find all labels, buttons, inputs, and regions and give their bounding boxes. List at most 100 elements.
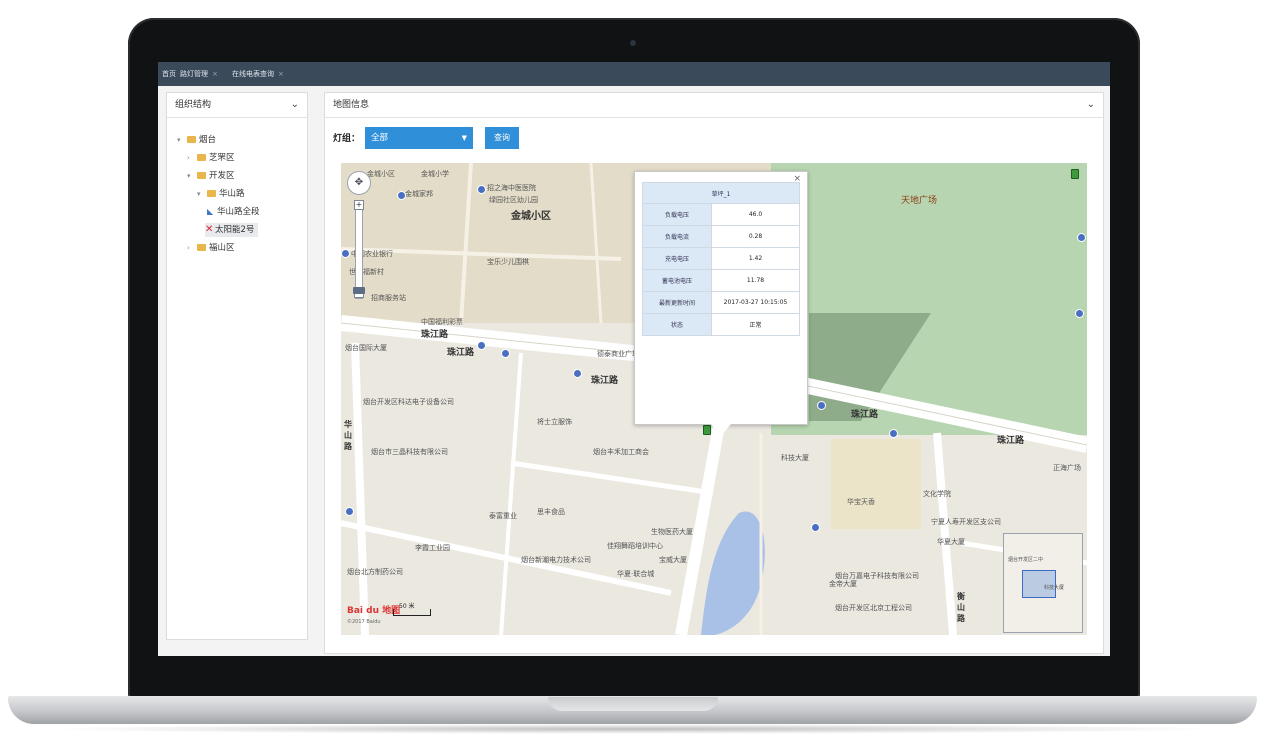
streetlight-marker[interactable]	[703, 425, 711, 435]
lamp-group-select[interactable]: 全部 ▼	[365, 127, 473, 149]
tab-bar: 首页 路灯管理 × 在线电表查询 ×	[158, 62, 1110, 86]
poi-icon[interactable]	[573, 369, 582, 378]
org-tree-panel: 组织结构 ⌄ ▾ 烟台 › 芝罘区 ▾ 开发区 ▾ 华山路 ◣ 华山路全段 ✕ 太阳能2号	[166, 92, 308, 640]
map-label-district: 金城小区	[511, 211, 551, 222]
poi-label: 文化学院	[923, 490, 951, 498]
poi-label: 泰富重业	[489, 512, 517, 520]
poi-icon[interactable]	[1077, 233, 1086, 242]
scale-bar	[393, 609, 431, 616]
map-copyright: ©2017 Baidu	[347, 619, 381, 625]
road-label: 珠江路	[851, 410, 879, 420]
folder-icon	[187, 136, 196, 143]
expand-icon[interactable]: ›	[187, 241, 197, 255]
expand-icon[interactable]: ›	[187, 151, 197, 165]
poi-icon[interactable]	[817, 401, 826, 410]
poi-label: 烟台开发区科达电子设备公司	[363, 398, 454, 406]
streetlight-marker[interactable]	[1071, 169, 1079, 179]
poi-label: 烟台北方制药公司	[347, 568, 403, 576]
tab-meter-query[interactable]: 在线电表查询 ×	[232, 68, 284, 80]
poi-label: 烟台国际大厦	[345, 344, 387, 352]
poi-label: 思丰食品	[537, 508, 565, 516]
poi-icon[interactable]	[341, 249, 350, 258]
org-panel-header[interactable]: 组织结构 ⌄	[167, 93, 307, 118]
map-canvas[interactable]: 金城小区 天地广场 珠江路 珠江路 珠江路 珠江路 珠江路 华山路 衡山路 金城…	[341, 163, 1087, 635]
poi-icon[interactable]	[345, 507, 354, 516]
poi-icon[interactable]	[811, 523, 820, 532]
poi-label: 宝威大厦	[659, 556, 687, 564]
screen: 首页 路灯管理 × 在线电表查询 × 组织结构 ⌄ ▾ 烟台 › 芝罘区 ▾ 开发区 ▾ 华…	[158, 62, 1110, 656]
expand-icon[interactable]: ▾	[187, 169, 197, 183]
lamp-group-label: 灯组：	[333, 134, 361, 144]
tree-node-solar-2[interactable]: ✕ 太阳能2号	[205, 223, 259, 237]
close-icon[interactable]: ×	[212, 70, 218, 78]
map-panel-header[interactable]: 地图信息 ⌄	[325, 93, 1103, 118]
tree-node-huashan-all[interactable]: ◣ 华山路全段	[207, 205, 260, 219]
road-label: 衡山路	[957, 592, 965, 623]
tree-node-huashan[interactable]: ▾ 华山路	[197, 187, 245, 201]
table-row: 负载电流 0.28	[642, 225, 800, 248]
zoom-in-icon[interactable]: +	[354, 200, 364, 210]
poi-label: 招商服务站	[371, 294, 406, 302]
poi-label: 佳翔舞蹈培训中心	[607, 542, 663, 550]
poi-label: 绿园社区幼儿园	[489, 196, 538, 204]
lamp-info-table: 草坪_1 负载电压 46.0 负载电流 0.28 充电电压 1.42 蓄电池电压…	[642, 182, 800, 336]
camera-icon	[630, 40, 636, 46]
map-label-park: 天地广场	[901, 196, 938, 206]
query-button[interactable]: 查询	[485, 127, 519, 149]
poi-label: 烟台开发区北京工程公司	[835, 604, 912, 612]
tree-node-fushan[interactable]: › 福山区	[187, 241, 235, 255]
expand-icon[interactable]: ▾	[177, 133, 187, 147]
zoom-handle[interactable]	[353, 287, 365, 294]
chevron-down-icon[interactable]: ⌄	[291, 93, 299, 117]
panel-title: 组织结构	[175, 100, 212, 110]
poi-label: 华夏大厦	[937, 538, 965, 546]
folder-icon	[207, 190, 216, 197]
popup-title: 草坪_1	[642, 182, 800, 204]
close-icon[interactable]: ×	[278, 70, 284, 78]
tree-node-yantai[interactable]: ▾ 烟台	[177, 133, 216, 147]
laptop-notch	[548, 697, 718, 711]
poi-icon[interactable]	[477, 341, 486, 350]
poi-label: 金城小学	[421, 170, 449, 178]
lamp-info-popup: × 草坪_1 负载电压 46.0 负载电流 0.28 充电电压 1.42 蓄电池…	[634, 171, 808, 425]
minimap-label: 烟台开发区二中	[1008, 557, 1044, 563]
overview-minimap[interactable]: 烟台开发区二中 科技大厦	[1003, 533, 1083, 633]
table-row: 充电电压 1.42	[642, 247, 800, 270]
poi-icon[interactable]	[889, 429, 898, 438]
table-row: 最新更新时间 2017-03-27 10:15:05	[642, 291, 800, 314]
folder-icon	[197, 172, 206, 179]
table-row: 负载电压 46.0	[642, 203, 800, 226]
road-label: 珠江路	[591, 376, 619, 386]
folder-icon	[197, 244, 206, 251]
tab-streetlight[interactable]: 路灯管理 ×	[180, 68, 218, 80]
tree-node-zhifu[interactable]: › 芝罘区	[187, 151, 235, 165]
road-label: 珠江路	[997, 436, 1025, 446]
chevron-down-icon[interactable]: ⌄	[1087, 93, 1095, 117]
poi-label: 金城家邦	[405, 190, 433, 198]
expand-icon[interactable]: ▾	[197, 187, 207, 201]
poi-label: 宝乐少儿围棋	[487, 258, 529, 266]
map-panel: 地图信息 ⌄ 灯组： 全部 ▼ 查询 金城小区 天地广场 珠江路 珠江路 珠江路…	[324, 92, 1104, 654]
poi-label: 烟台新潮电力技术公司	[521, 556, 591, 564]
road-label: 珠江路	[421, 330, 449, 340]
poi-icon[interactable]	[397, 191, 406, 200]
pan-control-icon[interactable]: ✥	[347, 171, 371, 195]
poi-label: 德泰商业广场	[597, 350, 639, 358]
poi-icon[interactable]	[477, 185, 486, 194]
poi-label: 华宝天香	[847, 498, 875, 506]
folder-icon	[197, 154, 206, 161]
poi-icon[interactable]	[501, 349, 510, 358]
zoom-slider[interactable]: + −	[354, 200, 364, 299]
poi-label: 烟台丰禾加工商会	[593, 448, 649, 456]
poi-label: 李霞工业园	[415, 544, 450, 552]
poi-label: 将士立服饰	[537, 418, 572, 426]
poi-label: 烟台万嘉电子科技有限公司	[835, 572, 919, 580]
laptop-shadow	[40, 724, 1225, 734]
road-label: 珠江路	[447, 348, 475, 358]
poi-label: 华夏·联合城	[617, 570, 655, 578]
poi-icon[interactable]	[1075, 309, 1084, 318]
tab-home[interactable]: 首页	[162, 68, 176, 80]
table-row: 状态 正常	[642, 313, 800, 336]
poi-label: 宁夏人寿开发区支公司	[931, 518, 1001, 526]
tree-node-kaifa[interactable]: ▾ 开发区	[187, 169, 235, 183]
